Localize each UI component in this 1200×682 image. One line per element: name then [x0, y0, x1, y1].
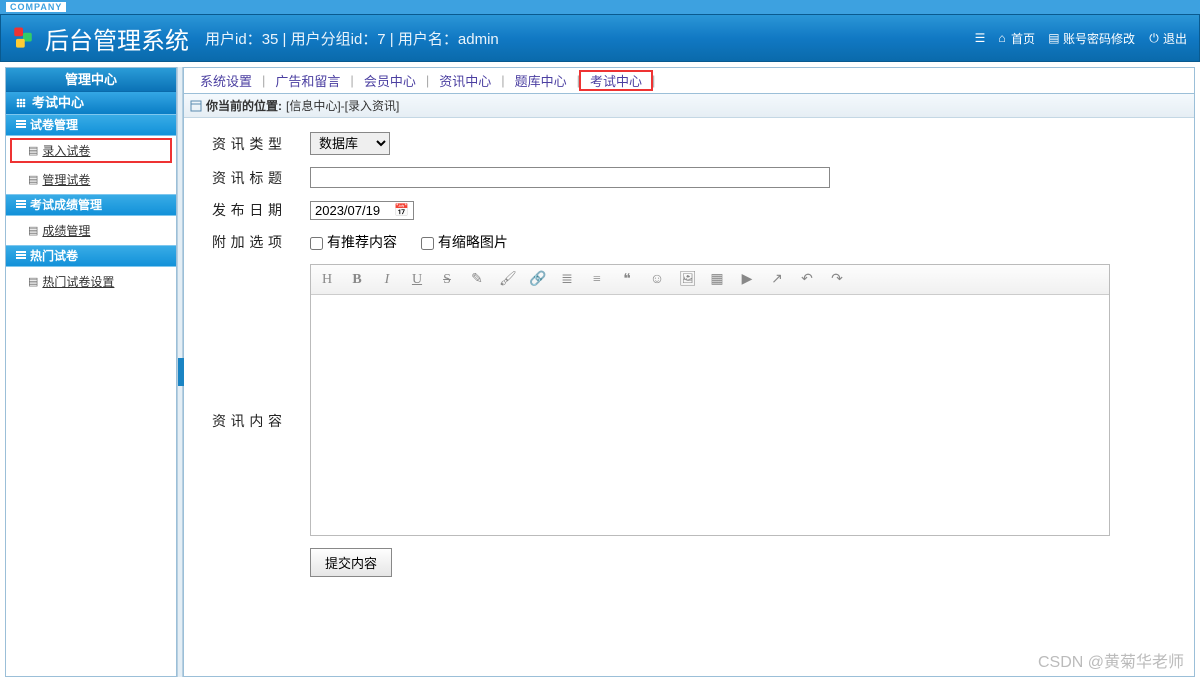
checkbox-thumbnail-label[interactable]: 有缩略图片: [421, 234, 508, 250]
app-title: 后台管理系统: [45, 21, 189, 56]
arrow-icon[interactable]: ↗: [769, 271, 785, 288]
editor-toolbar: H B I U S ✎ 🖌 🔗 ≣ ≡ ❝: [311, 265, 1109, 295]
nav-question[interactable]: 题库中心: [505, 71, 577, 90]
select-type[interactable]: 数据库: [310, 132, 390, 155]
label-content: 资讯内容: [192, 258, 302, 583]
align-icon[interactable]: ≡: [589, 272, 605, 288]
sidebar-item-input-paper[interactable]: ▤ 录入试卷: [10, 138, 172, 163]
editor-textarea[interactable]: [311, 295, 1109, 535]
checkbox-recommend-label[interactable]: 有推荐内容: [310, 234, 397, 250]
company-tag: COMPANY: [6, 2, 66, 12]
checkbox-thumbnail[interactable]: [421, 237, 434, 250]
checkbox-recommend[interactable]: [310, 237, 323, 250]
main-panel: 系统设置| 广告和留言| 会员中心| 资讯中心| 题库中心| 考试中心| 你当前…: [183, 67, 1195, 677]
emoji-icon[interactable]: ☺: [649, 272, 665, 288]
top-nav: 系统设置| 广告和留言| 会员中心| 资讯中心| 题库中心| 考试中心|: [184, 68, 1194, 94]
page-icon: [190, 100, 202, 112]
list-icon[interactable]: ≣: [559, 271, 575, 288]
nav-ads[interactable]: 广告和留言: [265, 71, 350, 90]
header: 后台管理系统 用户id：35 | 用户分组id：7 | 用户名：admin ☰ …: [0, 14, 1200, 62]
image-icon[interactable]: 🖼: [679, 271, 695, 288]
sidebar-group-hot[interactable]: 热门试卷: [6, 245, 176, 267]
logo-icon: [9, 24, 37, 52]
bars-icon: [16, 200, 26, 210]
heading-icon[interactable]: H: [319, 272, 335, 288]
sidebar-group-score[interactable]: 考试成绩管理: [6, 194, 176, 216]
nav-news[interactable]: 资讯中心: [429, 71, 501, 90]
bars-icon: [16, 251, 26, 261]
undo-icon[interactable]: ↶: [799, 271, 815, 288]
change-password-link[interactable]: ▤账号密码修改: [1043, 28, 1139, 49]
logout-link[interactable]: ⏻退出: [1143, 28, 1191, 49]
doc-icon: ▤: [28, 144, 38, 157]
header-actions: ☰ ⌂首页 ▤账号密码修改 ⏻退出: [973, 28, 1191, 49]
home-icon: ⌂: [995, 31, 1009, 45]
label-date: 发布日期: [192, 194, 302, 226]
eraser-icon[interactable]: ✎: [469, 271, 485, 288]
label-type: 资讯类型: [192, 126, 302, 161]
video-icon[interactable]: ▶: [739, 271, 755, 288]
sidebar-section[interactable]: 考试中心: [6, 92, 176, 114]
brush-icon[interactable]: 🖌: [499, 271, 515, 288]
strikethrough-icon[interactable]: S: [439, 272, 455, 288]
redo-icon[interactable]: ↷: [829, 271, 845, 288]
doc-icon: ▤: [1047, 31, 1061, 45]
power-icon: ⏻: [1147, 31, 1161, 45]
label-title: 资讯标题: [192, 161, 302, 194]
link-icon[interactable]: 🔗: [529, 271, 545, 288]
sidebar-item-score-manage[interactable]: ▤ 成绩管理: [6, 216, 176, 245]
nav-system[interactable]: 系统设置: [190, 71, 262, 90]
sidebar-item-manage-paper[interactable]: ▤ 管理试卷: [6, 165, 176, 194]
nav-member[interactable]: 会员中心: [354, 71, 426, 90]
table-icon[interactable]: ▦: [709, 271, 725, 288]
underline-icon[interactable]: U: [409, 272, 425, 288]
sidebar-group-exam-paper[interactable]: 试卷管理: [6, 114, 176, 136]
doc-icon: ▤: [28, 173, 38, 186]
company-bar: COMPANY: [0, 0, 1200, 14]
doc-icon: ▤: [28, 224, 38, 237]
input-title[interactable]: [310, 167, 830, 188]
form-area: 资讯类型 数据库 资讯标题 发布日期 2023/07/19: [184, 118, 1194, 676]
sidebar-resize-handle[interactable]: [177, 67, 183, 677]
quote-icon[interactable]: ❝: [619, 271, 635, 288]
italic-icon[interactable]: I: [379, 272, 395, 288]
doc-icon: ▤: [28, 275, 38, 288]
sidebar: 管理中心 考试中心 试卷管理 ▤ 录入试卷 ▤ 管理试卷 考试成绩管理 ▤ 成绩…: [5, 67, 177, 677]
label-extra: 附加选项: [192, 226, 302, 258]
submit-button[interactable]: 提交内容: [310, 548, 392, 577]
sidebar-title: 管理中心: [6, 68, 176, 92]
breadcrumb: 你当前的位置: [信息中心]-[录入资讯]: [184, 94, 1194, 118]
input-date[interactable]: 2023/07/19 📅: [310, 201, 414, 220]
nav-exam[interactable]: 考试中心: [580, 71, 652, 90]
rich-editor: H B I U S ✎ 🖌 🔗 ≣ ≡ ❝: [310, 264, 1110, 536]
grid-icon: [16, 98, 26, 108]
bars-icon: [16, 120, 26, 130]
bold-icon[interactable]: B: [349, 272, 365, 288]
calendar-icon: 📅: [394, 203, 409, 217]
menu-icon[interactable]: ☰: [973, 31, 987, 45]
home-link[interactable]: ⌂首页: [991, 28, 1039, 49]
sidebar-item-hot-setting[interactable]: ▤ 热门试卷设置: [6, 267, 176, 296]
user-info: 用户id：35 | 用户分组id：7 | 用户名：admin: [205, 28, 499, 49]
